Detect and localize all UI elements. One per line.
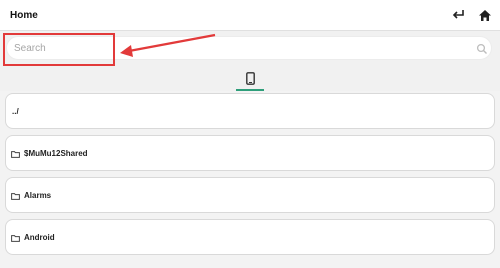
home-icon xyxy=(479,9,491,21)
tab-device-storage[interactable] xyxy=(236,67,264,91)
app-bar: Home xyxy=(0,0,500,31)
file-item-label: $MuMu12Shared xyxy=(24,149,88,158)
folder-icon xyxy=(11,151,20,158)
folder-icon xyxy=(11,235,20,242)
file-item-label: ../ xyxy=(12,107,19,116)
home-button[interactable] xyxy=(476,6,494,24)
file-item-label: Alarms xyxy=(24,191,52,200)
search-box xyxy=(6,36,492,60)
search-input[interactable] xyxy=(14,40,454,57)
folder-icon xyxy=(11,193,20,200)
back-button[interactable] xyxy=(449,6,467,24)
file-browser-screen: Home Search ../ $MuMu12Shared Alarms And… xyxy=(0,0,500,268)
phone-icon xyxy=(245,71,255,85)
list-item-folder[interactable]: $MuMu12Shared xyxy=(5,135,495,171)
search-icon[interactable] xyxy=(476,43,488,55)
page-title: Home xyxy=(10,10,38,21)
file-item-label: Android xyxy=(24,233,55,242)
back-arrow-icon xyxy=(452,10,464,19)
list-item-folder[interactable]: Android xyxy=(5,219,495,255)
search-row xyxy=(0,31,500,67)
list-item-parent-dir[interactable]: ../ xyxy=(5,93,495,129)
storage-tab-bar xyxy=(0,67,500,91)
file-list: ../ $MuMu12Shared Alarms Android xyxy=(0,92,500,268)
list-item-folder[interactable]: Alarms xyxy=(5,177,495,213)
